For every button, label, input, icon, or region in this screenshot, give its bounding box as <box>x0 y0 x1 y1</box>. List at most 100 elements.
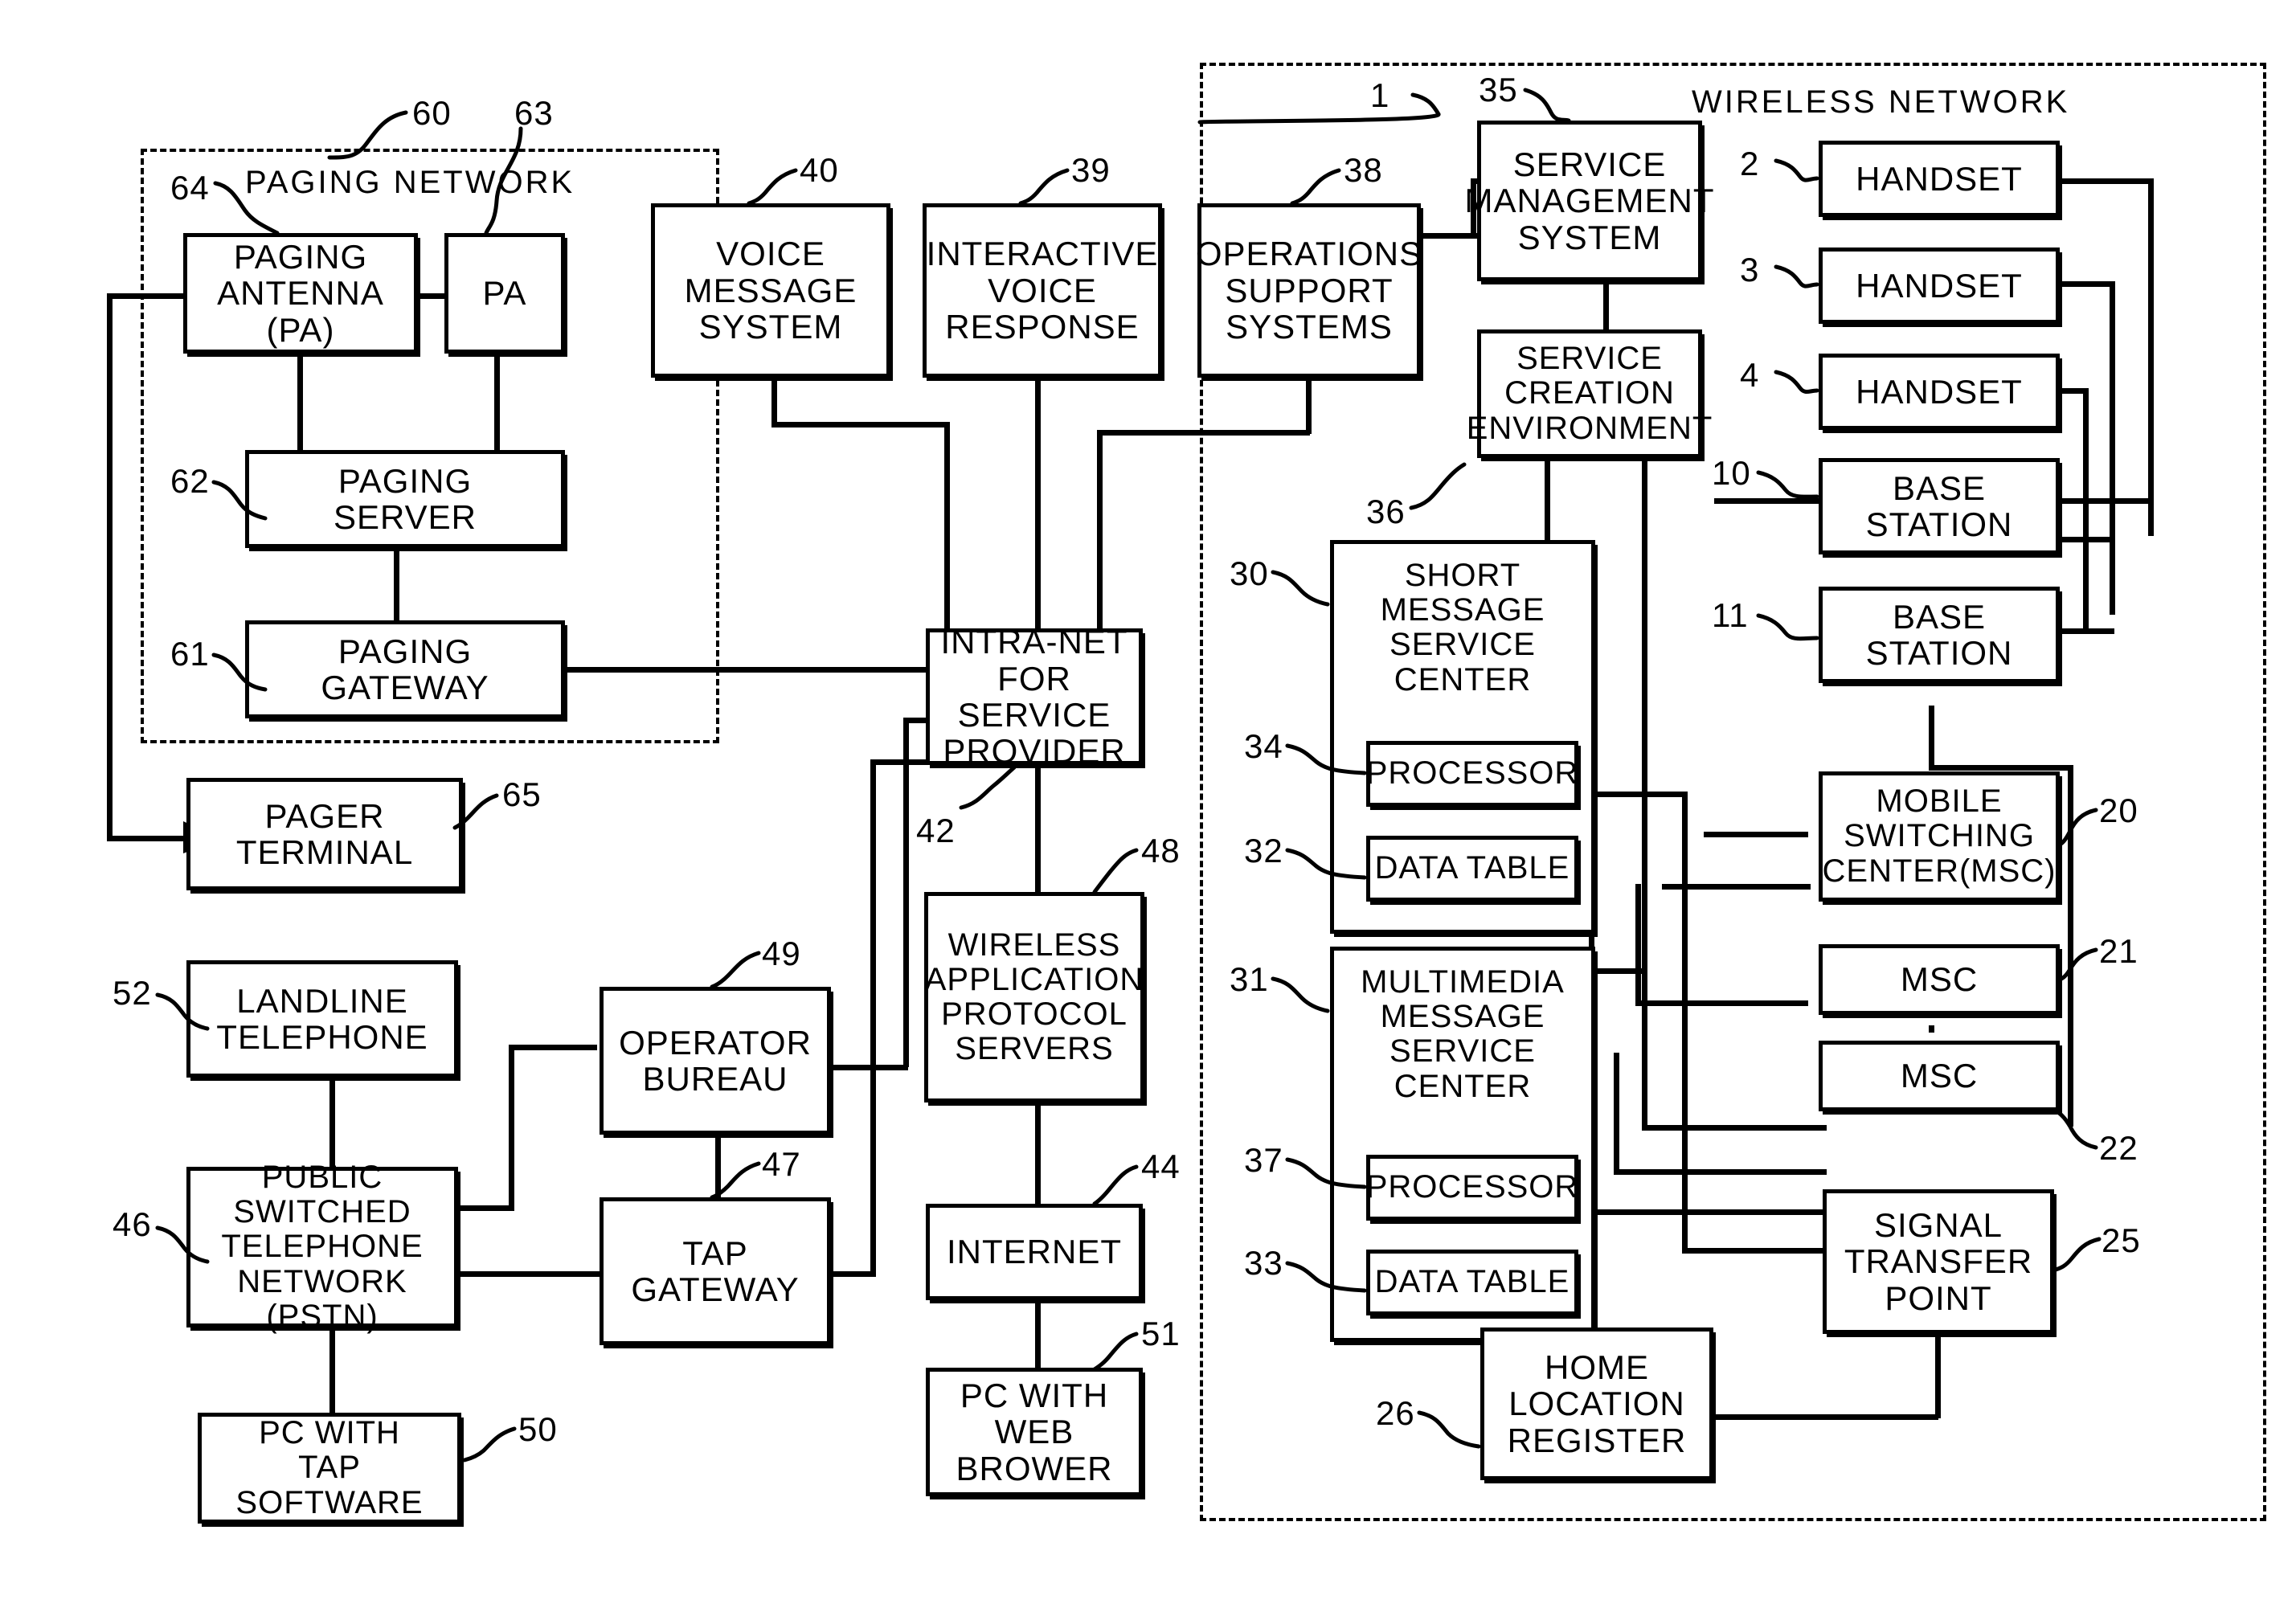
leader-48 <box>1092 848 1139 894</box>
block-interactive-voice-response[interactable]: INTERACTIVE VOICE RESPONSE <box>923 203 1162 378</box>
group-label-paging-network: PAGING NETWORK <box>245 165 575 200</box>
line-msc-in-1 <box>1704 832 1808 837</box>
line-operator-right <box>828 1065 908 1070</box>
block-tap-gateway[interactable]: TAP GATEWAY <box>600 1197 831 1345</box>
ref-30: 30 <box>1230 554 1269 592</box>
leader-51 <box>1092 1332 1139 1372</box>
line-riser-to-operator <box>509 1045 597 1050</box>
line-msc-feed-a <box>1662 884 1811 890</box>
ref-64: 64 <box>170 169 210 207</box>
line-vms-to-intranet <box>944 422 950 631</box>
block-signal-transfer-point[interactable]: SIGNAL TRANSFER POINT <box>1823 1189 2054 1334</box>
line-stp-bus-2v <box>1614 1053 1619 1172</box>
block-paging-server[interactable]: PAGING SERVER <box>245 450 565 548</box>
block-internet[interactable]: INTERNET <box>926 1204 1143 1300</box>
ref-44: 44 <box>1141 1148 1181 1185</box>
ref-34: 34 <box>1244 727 1283 765</box>
block-handset-2[interactable]: HANDSET <box>1819 248 2060 324</box>
line-vms-down <box>771 378 777 426</box>
block-home-location-register[interactable]: HOME LOCATION REGISTER <box>1480 1328 1713 1480</box>
block-pager-terminal[interactable]: PAGER TERMINAL <box>186 778 463 890</box>
line-smsc-right-riser <box>1682 792 1688 1254</box>
line-internet-to-pcweb <box>1035 1298 1041 1370</box>
line-gateway-to-intranet <box>563 667 926 673</box>
ref-38: 38 <box>1344 151 1383 189</box>
line-rail-to-pager-terminal <box>107 836 183 841</box>
leader-40 <box>747 168 798 206</box>
line-antenna-down <box>297 351 303 456</box>
block-handset-3[interactable]: HANDSET <box>1819 354 2060 430</box>
line-handset2-h <box>2060 281 2114 287</box>
block-smsc-data-table[interactable]: DATA TABLE <box>1366 836 1578 902</box>
line-tapgw-riser-top <box>870 759 928 765</box>
ref-37: 37 <box>1244 1141 1283 1179</box>
line-tapgw-right <box>828 1271 876 1277</box>
line-hlr-to-stp <box>1713 1414 1938 1420</box>
ref-2: 2 <box>1740 145 1760 182</box>
line-sce-right-riser <box>1642 458 1647 972</box>
leader-44 <box>1092 1164 1139 1206</box>
ref-21: 21 <box>2099 932 2138 970</box>
line-msc-feed-b-v <box>1635 884 1641 1004</box>
line-wap-to-internet <box>1035 1101 1041 1205</box>
ref-48: 48 <box>1141 832 1181 869</box>
ref-46: 46 <box>113 1205 152 1243</box>
ref-42: 42 <box>916 812 956 849</box>
block-pc-with-tap-software[interactable]: PC WITH TAP SOFTWARE <box>198 1413 461 1524</box>
leader-39 <box>1018 168 1070 206</box>
line-msc3-right-v <box>2068 1102 2073 1127</box>
line-bs1-h1 <box>2060 498 2152 504</box>
block-mmsc-data-table[interactable]: DATA TABLE <box>1366 1250 1578 1315</box>
line-bs2-h <box>2060 628 2114 634</box>
block-operator-bureau[interactable]: OPERATOR BUREAU <box>600 987 831 1135</box>
ref-10: 10 <box>1712 454 1751 492</box>
block-wap-servers[interactable]: WIRELESS APPLICATION PROTOCOL SERVERS <box>924 892 1144 1102</box>
block-handset-1[interactable]: HANDSET <box>1819 141 2060 217</box>
line-msc-feed-b <box>1635 1000 1808 1006</box>
block-intranet[interactable]: INTRA-NET FOR SERVICE PROVIDER <box>926 624 1143 770</box>
block-landline-telephone[interactable]: LANDLINE TELEPHONE <box>186 960 458 1078</box>
ref-49: 49 <box>762 935 801 972</box>
line-oss-h <box>1097 430 1310 436</box>
line-oss-down <box>1306 378 1312 434</box>
block-paging-antenna[interactable]: PAGING ANTENNA (PA) <box>183 233 418 354</box>
line-stp-bus-1 <box>1642 1125 1827 1131</box>
line-bs2-down <box>1929 706 1934 770</box>
ref-4: 4 <box>1740 356 1760 394</box>
line-handset3-riser <box>2083 388 2089 629</box>
line-tapgw-riser <box>870 759 876 1274</box>
line-pstn-up-stub <box>458 1205 514 1211</box>
patent-figure: PAGING NETWORK WIRELESS NETWORK PAGING A… <box>0 0 2296 1620</box>
line-stp-bus-1v <box>1642 968 1647 1129</box>
ref-60: 60 <box>412 94 452 132</box>
block-pstn[interactable]: PUBLIC SWITCHED TELEPHONE NETWORK (PSTN) <box>186 1160 458 1333</box>
line-handset1-h <box>2060 178 2152 184</box>
block-mmsc-processor[interactable]: PROCESSOR <box>1366 1155 1578 1221</box>
line-operator-riser-top <box>903 718 927 723</box>
block-pa[interactable]: PA <box>444 233 565 354</box>
ref-47: 47 <box>762 1145 801 1183</box>
line-bs1-h2 <box>2060 537 2114 542</box>
leader-49 <box>710 951 761 989</box>
block-base-station-1[interactable]: BASE STATION <box>1819 458 2060 554</box>
block-pc-with-web-browser[interactable]: PC WITH WEB BROWER <box>926 1368 1143 1496</box>
line-handset3-h <box>2060 388 2088 394</box>
block-smsc-processor[interactable]: PROCESSOR <box>1366 741 1578 807</box>
block-msc-main[interactable]: MOBILE SWITCHING CENTER(MSC) <box>1819 771 2060 902</box>
line-stp-to-hlr <box>1935 1330 1941 1418</box>
block-base-station-2[interactable]: BASE STATION <box>1819 587 2060 683</box>
block-msc-2[interactable]: MSC <box>1819 944 2060 1015</box>
block-msc-3[interactable]: MSC <box>1819 1041 2060 1111</box>
line-landline-to-pstn <box>329 1077 335 1169</box>
block-voice-message-system[interactable]: VOICE MESSAGE SYSTEM <box>651 203 890 378</box>
line-vms-h <box>771 422 948 428</box>
line-stp-bus-2 <box>1614 1169 1827 1175</box>
block-service-management-system[interactable]: SERVICE MANAGEMENT SYSTEM <box>1465 121 1714 281</box>
ref-26: 26 <box>1376 1394 1415 1432</box>
line-sce-down <box>1545 458 1550 546</box>
block-paging-gateway[interactable]: PAGING GATEWAY <box>245 620 565 718</box>
block-operations-support-systems[interactable]: OPERATIONS SUPPORT SYSTEMS <box>1196 203 1422 378</box>
line-pstn-up-riser <box>509 1045 514 1209</box>
ref-62: 62 <box>170 462 210 500</box>
block-service-creation-environment[interactable]: SERVICE CREATION ENVIRONMENT <box>1467 329 1712 458</box>
